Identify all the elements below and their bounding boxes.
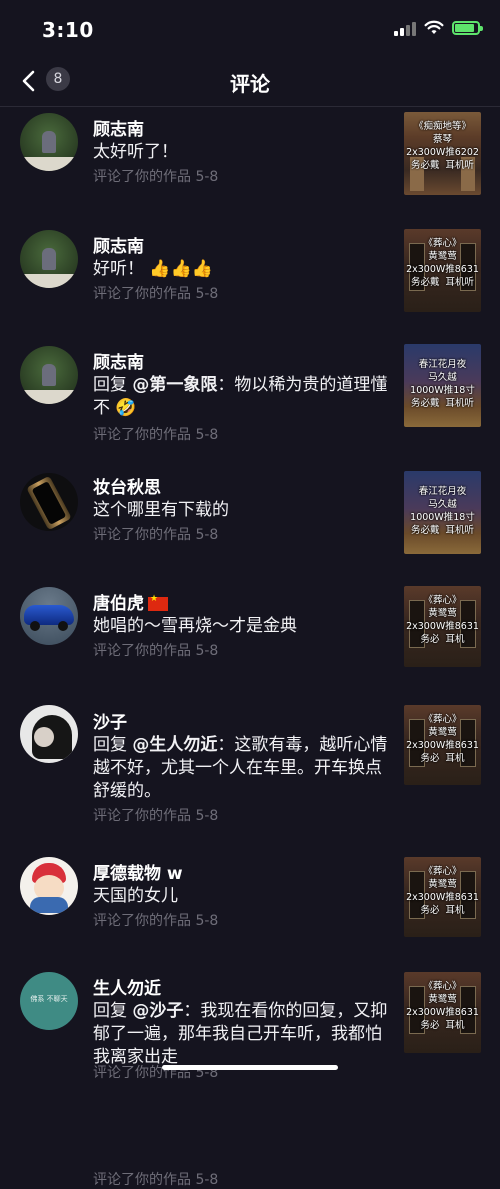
comment-text: 回复 @沙子：我现在看你的回复，又抑郁了一遍，那年我自己开车听，我都怕我离家出走 bbox=[93, 1001, 388, 1067]
avatar[interactable] bbox=[20, 473, 78, 531]
avatar-caption: 佛系 不聊天 bbox=[30, 995, 68, 1003]
reply-prefix: 回复 bbox=[93, 375, 127, 395]
china-flag-icon bbox=[148, 594, 168, 611]
avatar[interactable] bbox=[20, 113, 78, 171]
thumbnail-caption: 春江花月夜 马久越 1000W推18寸 务必戴 耳机听 bbox=[410, 486, 475, 536]
status-icons bbox=[394, 20, 483, 36]
comment-item[interactable]: 厚德载物 w 天国的女儿 评论了你的作品 5-8 《葬心》 黄鹭莺 2x300W… bbox=[0, 852, 500, 965]
page-title: 评论 bbox=[230, 72, 270, 96]
commenter-name[interactable]: 顾志南 bbox=[93, 348, 144, 373]
video-thumbnail[interactable]: 《葬心》 黄鹭莺 2x300W推8631 务必 耳机 bbox=[404, 705, 481, 785]
avatar[interactable] bbox=[20, 705, 78, 763]
comment-meta: 评论了你的作品 5-8 bbox=[93, 913, 219, 929]
comment-text: 这个哪里有下载的 bbox=[93, 500, 229, 520]
status-time: 3:10 bbox=[42, 18, 94, 42]
wifi-icon bbox=[424, 20, 444, 34]
comment-item[interactable]: 顾志南 回复 @第一象限：物以稀为贵的道理懂不 🤣 评论了你的作品 5-8 春江… bbox=[0, 341, 500, 470]
comment-meta: 评论了你的作品 5-8 bbox=[93, 169, 219, 185]
comment-meta: 评论了你的作品 5-8 bbox=[93, 427, 219, 443]
comment-text: 太好听了！ bbox=[93, 142, 178, 162]
mention-link[interactable]: @第一象限 bbox=[132, 375, 217, 395]
comment-text: 天国的女儿 bbox=[93, 886, 178, 906]
comment-item[interactable]: 妆台秋思 这个哪里有下载的 评论了你的作品 5-8 春江花月夜 马久越 1000… bbox=[0, 470, 500, 586]
commenter-name[interactable]: 厚德载物 w bbox=[93, 859, 183, 884]
video-thumbnail[interactable]: 春江花月夜 马久越 1000W推18寸 务必戴 耳机听 bbox=[404, 471, 481, 554]
video-thumbnail[interactable]: 春江花月夜 马久越 1000W推18寸 务必戴 耳机听 bbox=[404, 344, 481, 427]
comment-text: 回复 @生人勿近：这歌有毒，越听心情越不好，尤其一个人在车里。开车换点舒缓的。 bbox=[93, 735, 388, 801]
commenter-name[interactable]: 顾志南 bbox=[93, 232, 144, 257]
mention-link[interactable]: @生人勿近 bbox=[132, 735, 217, 755]
laughing-emoji-icon: 🤣 bbox=[115, 398, 137, 418]
comment-meta: 评论了你的作品 5-8 bbox=[93, 527, 219, 543]
video-thumbnail[interactable]: 《葬心》 黄鹭莺 2x300W推8631 务必 耳机 bbox=[404, 972, 481, 1053]
commenter-name[interactable]: 生人勿近 bbox=[93, 974, 161, 999]
comment-meta: 评论了你的作品 5-8 bbox=[93, 1172, 219, 1188]
comment-meta: 评论了你的作品 5-8 bbox=[93, 286, 219, 302]
status-bar: 3:10 bbox=[0, 0, 500, 58]
avatar[interactable] bbox=[20, 587, 78, 645]
thumbnail-caption: 《痴痴地等》 蔡琴 2x300W推6202 务必戴 耳机听 bbox=[406, 121, 479, 171]
nav-bar: 8 评论 bbox=[0, 58, 500, 107]
thumbnail-caption: 《葬心》 黄鹭莺 2x300W推8631 务必戴 耳机听 bbox=[406, 238, 479, 288]
avatar[interactable]: 佛系 不聊天 bbox=[20, 972, 78, 1030]
signal-icon bbox=[394, 20, 416, 36]
comment-meta: 评论了你的作品 5-8 bbox=[93, 643, 219, 659]
video-thumbnail[interactable]: 《葬心》 黄鹭莺 2x300W推8631 务必 耳机 bbox=[404, 586, 481, 667]
commenter-name[interactable]: 唐伯虎 bbox=[93, 589, 168, 614]
thumbs-up-emoji-icon: 👍👍👍 bbox=[149, 259, 213, 279]
video-thumbnail[interactable]: 《葬心》 黄鹭莺 2x300W推8631 务必戴 耳机听 bbox=[404, 229, 481, 312]
comment-item[interactable]: 唐伯虎 她唱的～雪再烧～才是金典 评论了你的作品 5-8 《葬心》 黄鹭莺 2x… bbox=[0, 586, 500, 702]
comment-meta: 评论了你的作品 5-8 bbox=[93, 808, 219, 824]
avatar[interactable] bbox=[20, 857, 78, 915]
thumbnail-caption: 《葬心》 黄鹭莺 2x300W推8631 务必 耳机 bbox=[406, 714, 479, 764]
comment-text: 她唱的～雪再烧～才是金典 bbox=[93, 616, 297, 636]
thumbnail-caption: 春江花月夜 马久越 1000W推18寸 务必戴 耳机听 bbox=[410, 359, 475, 409]
commenter-name[interactable]: 沙子 bbox=[93, 708, 127, 733]
commenter-name[interactable]: 妆台秋思 bbox=[93, 473, 161, 498]
battery-charging-icon bbox=[452, 21, 483, 35]
home-indicator[interactable] bbox=[162, 1065, 338, 1070]
avatar[interactable] bbox=[20, 346, 78, 404]
video-thumbnail[interactable]: 《葬心》 黄鹭莺 2x300W推8631 务必 耳机 bbox=[404, 857, 481, 937]
commenter-name[interactable]: 顾志南 bbox=[93, 115, 144, 140]
comment-item[interactable]: 沙子 回复 @生人勿近：这歌有毒，越听心情越不好，尤其一个人在车里。开车换点舒缓… bbox=[0, 702, 500, 852]
thumbnail-caption: 《葬心》 黄鹭莺 2x300W推8631 务必 耳机 bbox=[406, 866, 479, 916]
reply-prefix: 回复 bbox=[93, 1001, 127, 1021]
video-thumbnail[interactable]: 《痴痴地等》 蔡琴 2x300W推6202 务必戴 耳机听 bbox=[404, 112, 481, 195]
comment-text: 好听！ 👍👍👍 bbox=[93, 259, 213, 279]
thumbnail-caption: 《葬心》 黄鹭莺 2x300W推8631 务必 耳机 bbox=[406, 595, 479, 645]
comment-item[interactable]: 顾志南 好听！ 👍👍👍 评论了你的作品 5-8 《葬心》 黄鹭莺 2x300W推… bbox=[0, 224, 500, 341]
comment-item[interactable]: 顾志南 太好听了！ 评论了你的作品 5-8 《痴痴地等》 蔡琴 2x300W推6… bbox=[0, 107, 500, 224]
avatar[interactable] bbox=[20, 230, 78, 288]
comment-text: 回复 @第一象限：物以稀为贵的道理懂不 🤣 bbox=[93, 375, 388, 418]
thumbnail-caption: 《葬心》 黄鹭莺 2x300W推8631 务必 耳机 bbox=[406, 981, 479, 1031]
reply-prefix: 回复 bbox=[93, 735, 127, 755]
mention-link[interactable]: @沙子 bbox=[132, 1001, 183, 1021]
